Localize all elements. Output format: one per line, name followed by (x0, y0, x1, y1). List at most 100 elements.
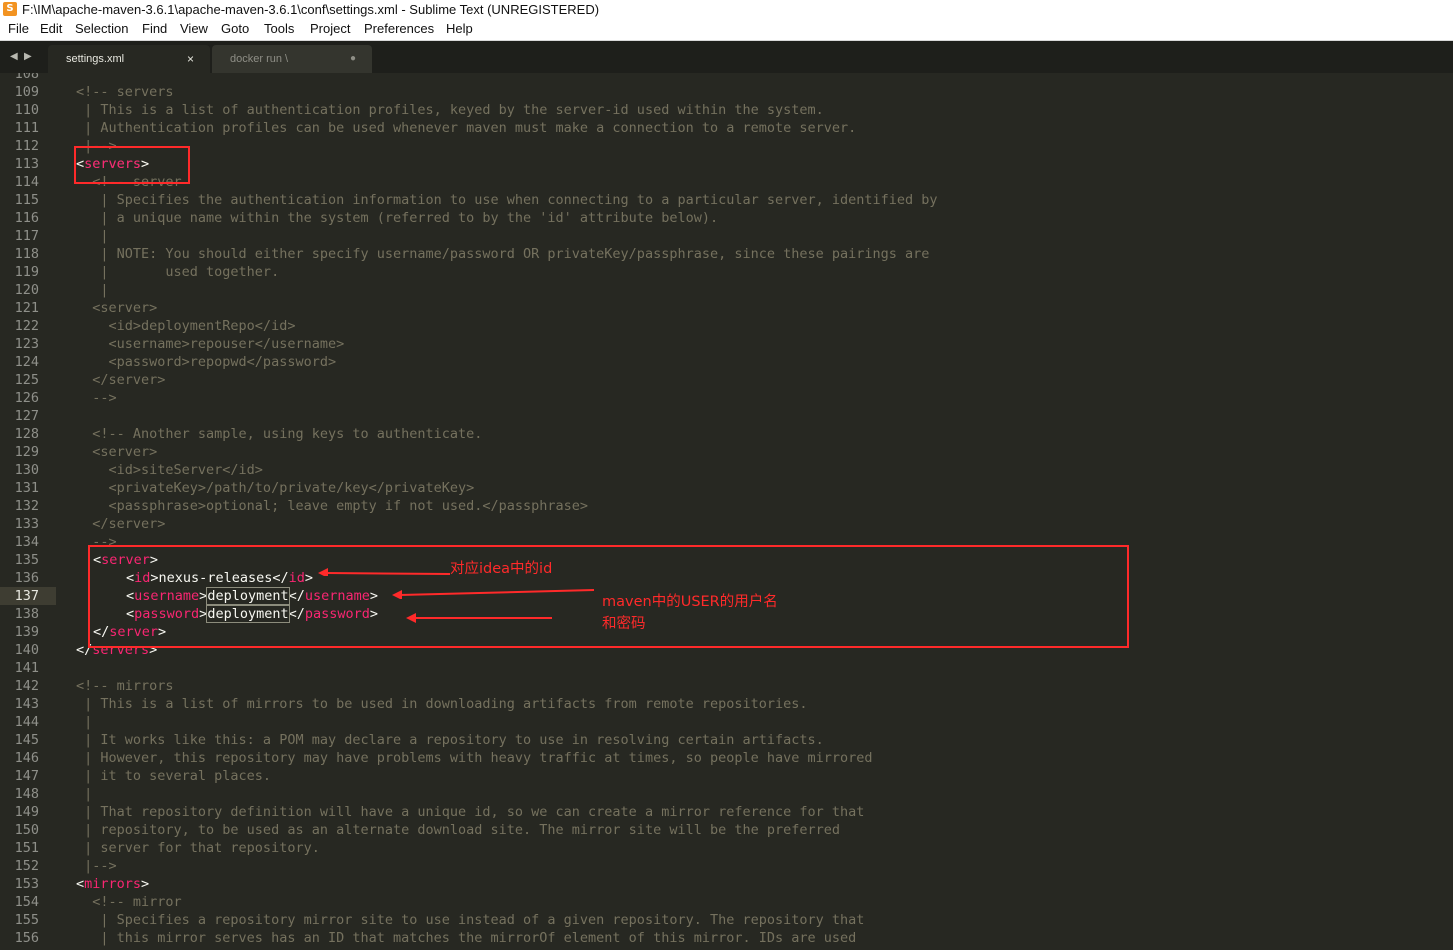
line-number: 134 (14, 534, 39, 550)
code-text: <id>deploymentRepo</id> (76, 318, 296, 334)
line-number: 119 (14, 264, 39, 280)
line-number: 147 (14, 768, 39, 784)
code-text: | this mirror serves has an ID that matc… (76, 930, 857, 946)
line-number: 145 (14, 732, 39, 748)
window-title: F:\IM\apache-maven-3.6.1\apache-maven-3.… (22, 2, 600, 17)
menu-tools[interactable]: Tools (264, 21, 294, 36)
code-line-122: 122 <id>deploymentRepo</id> (0, 317, 296, 335)
line-number: 108 (14, 73, 39, 82)
tab-docker-run[interactable]: docker run \ ● (212, 45, 372, 73)
tab-label: docker run \ (230, 53, 289, 65)
code-text: |--> (76, 858, 117, 874)
code-editor[interactable]: 108 109 <!-- servers 110 | This is a list o… (0, 73, 1453, 950)
code-line-116: 116 | a unique name within the system (r… (0, 209, 718, 227)
code-line-150: 150 | repository, to be used as an alter… (0, 821, 840, 839)
menu-bar: File Edit Selection Find View Goto Tools… (0, 19, 1453, 41)
line-number: 111 (14, 120, 39, 136)
menu-selection[interactable]: Selection (75, 21, 128, 36)
code-line-153-content: <mirrors> (76, 876, 150, 892)
sublime-text-icon: S (3, 2, 17, 16)
line-number: 118 (14, 246, 39, 262)
tab-scroll-right-icon[interactable]: ▶ (24, 51, 32, 62)
menu-project[interactable]: Project (310, 21, 350, 36)
line-number: 144 (14, 714, 39, 730)
line-number: 116 (14, 210, 39, 226)
code-line-123: 123 <username>repouser</username> (0, 335, 345, 353)
line-number: 128 (14, 426, 39, 442)
line-number: 129 (14, 444, 39, 460)
line-number: 117 (14, 228, 39, 244)
code-text: <!-- mirror (76, 894, 182, 910)
line-number: 152 (14, 858, 39, 874)
code-line-146: 146 | However, this repository may have … (0, 749, 873, 767)
code-text: | a unique name within the system (refer… (76, 210, 719, 226)
line-number: 122 (14, 318, 39, 334)
code-text: <!-- servers (76, 84, 174, 100)
code-text: | This is a list of authentication profi… (76, 102, 824, 118)
line-number: 146 (14, 750, 39, 766)
arrow-icon (392, 589, 595, 599)
code-text: | server for that repository. (76, 840, 320, 856)
code-text: <passphrase>optional; leave empty if not… (76, 498, 589, 514)
menu-goto[interactable]: Goto (221, 21, 249, 36)
code-line-119: 119 | used together. (0, 263, 280, 281)
code-line-136-content: <id>nexus-releases</id> (126, 570, 314, 586)
menu-view[interactable]: View (180, 21, 208, 36)
code-line-110: 110 | This is a list of authentication p… (0, 101, 824, 119)
line-number: 124 (14, 354, 39, 370)
code-line-156: 156 | this mirror serves has an ID that … (0, 929, 857, 947)
code-text: | This is a list of mirrors to be used i… (76, 696, 808, 712)
tab-label: settings.xml (66, 53, 125, 65)
line-number: 131 (14, 480, 39, 496)
code-line-145: 145 | It works like this: a POM may decl… (0, 731, 824, 749)
code-line-152: 152 |--> (0, 857, 117, 875)
line-number: 133 (14, 516, 39, 532)
code-line-124: 124 <password>repopwd</password> (0, 353, 336, 371)
code-line-147: 147 | it to several places. (0, 767, 271, 785)
code-text: | Authentication profiles can be used wh… (76, 120, 857, 136)
code-line-137-content: <username>deployment</username> (126, 587, 379, 605)
line-number: 148 (14, 786, 39, 802)
code-text: | It works like this: a POM may declare … (76, 732, 824, 748)
unsaved-dot-icon[interactable]: ● (350, 45, 356, 73)
line-number: 109 (14, 84, 39, 100)
arrow-icon (406, 613, 552, 623)
code-line-135-content: <server> (93, 552, 159, 568)
code-line-132: 132 <passphrase>optional; leave empty if… (0, 497, 588, 515)
menu-find[interactable]: Find (142, 21, 167, 36)
line-number: 112 (14, 138, 39, 154)
code-text: <id>siteServer</id> (76, 462, 263, 478)
menu-help[interactable]: Help (446, 21, 473, 36)
code-line-113-content: <servers> (76, 156, 150, 172)
code-text: </server> (76, 516, 166, 532)
code-line-131: 131 <privateKey>/path/to/private/key</pr… (0, 479, 475, 497)
user-annotation-line2: 和密码 (602, 616, 646, 632)
code-line-112: 112 |--> (0, 137, 117, 155)
line-number: 120 (14, 282, 39, 298)
id-annotation: 对应idea中的id (450, 561, 553, 577)
code-line-149: 149 | That repository definition will ha… (0, 803, 865, 821)
arrow-icon (318, 568, 451, 576)
code-line-129: 129 <server> (0, 443, 158, 461)
close-icon[interactable]: × (187, 45, 194, 73)
tab-settings-xml[interactable]: settings.xml × (48, 45, 210, 73)
code-line-117: 117 | (0, 227, 109, 245)
menu-preferences[interactable]: Preferences (364, 21, 434, 36)
menu-edit[interactable]: Edit (40, 21, 62, 36)
code-line-130: 130 <id>siteServer</id> (0, 461, 263, 479)
code-text: <privateKey>/path/to/private/key</privat… (76, 480, 475, 496)
line-number: 151 (14, 840, 39, 856)
code-text: <server> (76, 300, 158, 316)
tab-scroll-left-icon[interactable]: ◀ (10, 51, 18, 62)
code-line-121: 121 <server> (0, 299, 158, 317)
code-line-140-content: </servers> (76, 642, 158, 658)
servers-highlight-box (74, 146, 190, 184)
code-text: --> (76, 390, 117, 406)
tab-bar: ◀ ▶ settings.xml × docker run \ ● (0, 41, 1453, 73)
menu-file[interactable]: File (8, 21, 29, 36)
code-text: | Specifies the authentication informati… (76, 192, 938, 208)
code-text: | Specifies a repository mirror site to … (76, 912, 865, 928)
code-line-109: 109 <!-- servers (0, 83, 174, 101)
line-number: 130 (14, 462, 39, 478)
line-number: 126 (14, 390, 39, 406)
